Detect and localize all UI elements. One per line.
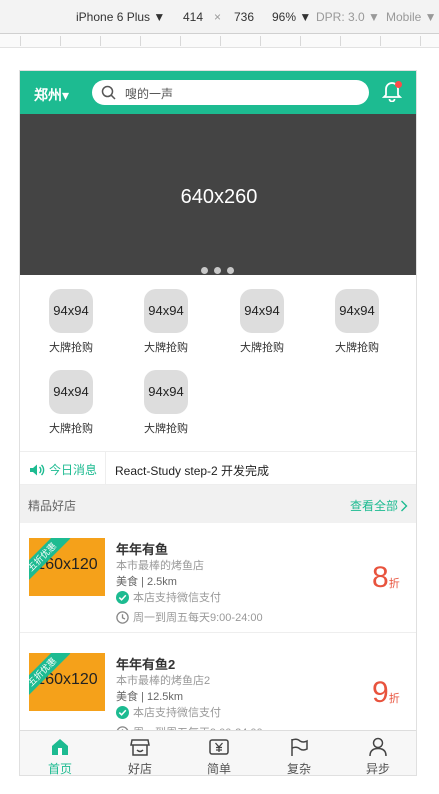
category-item[interactable]: 94x94 大牌抢购 (23, 356, 119, 436)
shops-section-header: 精品好店 查看全部 (20, 485, 416, 523)
tab-label: 复杂 (286, 762, 311, 776)
home-icon (52, 739, 68, 755)
check-circle-icon (116, 706, 129, 719)
mode-select[interactable]: Mobile ▼ (386, 10, 437, 24)
category-label: 大牌抢购 (144, 423, 188, 435)
category-label: 大牌抢购 (144, 342, 188, 354)
category-image: 94x94 (240, 289, 284, 333)
chevron-right-icon (401, 500, 408, 512)
category-label: 大牌抢购 (240, 342, 284, 354)
shop-distance: 美食 | 2.5km (116, 576, 177, 588)
shop-hours-label: 周一到周五每天9:00-24:00 (133, 612, 263, 624)
news-bar[interactable]: 今日消息 React-Study step-2 开发完成 (20, 451, 416, 486)
bottom-tab-bar: 首页 好店 简单 复杂 异步 (20, 730, 416, 776)
category-image: 94x94 (49, 370, 93, 414)
ruler (0, 34, 439, 48)
notification-dot (395, 81, 402, 88)
discount-value: 9 (372, 676, 389, 709)
height-field[interactable]: 736 (234, 10, 254, 24)
shop-description: 本市最棒的烤鱼店 (116, 560, 204, 572)
tab-label: 好店 (127, 762, 152, 776)
category-image: 94x94 (49, 289, 93, 333)
category-item[interactable]: 94x94 大牌抢购 (214, 275, 310, 355)
shop-payment-label: 本店支持微信支付 (133, 707, 221, 719)
shop-icon (130, 739, 150, 756)
shop-distance: 美食 | 12.5km (116, 691, 184, 703)
category-item[interactable]: 94x94 大牌抢购 (118, 356, 214, 436)
shop-payment: 本店支持微信支付 (116, 704, 221, 720)
width-field[interactable]: 414 (183, 10, 203, 24)
category-label: 大牌抢购 (49, 342, 93, 354)
carousel-dot[interactable] (227, 267, 234, 274)
carousel-dot[interactable] (201, 267, 208, 274)
banner-carousel[interactable]: 640x260 (20, 114, 416, 275)
banner-placeholder: 640x260 (180, 186, 258, 208)
device-select[interactable]: iPhone 6 Plus ▼ (76, 10, 165, 24)
shop-discount: 9折 (372, 676, 400, 710)
category-item[interactable]: 94x94 大牌抢购 (118, 275, 214, 355)
app-header: 郑州▾ 嗖的一声 (20, 71, 416, 114)
shop-discount: 8折 (372, 561, 400, 595)
view-all-link[interactable]: 查看全部 (350, 497, 408, 514)
discount-value: 8 (372, 561, 389, 594)
tab-complex[interactable]: 复杂 (259, 731, 339, 776)
tab-label: 首页 (47, 762, 72, 776)
dimension-separator: × (214, 10, 222, 24)
discount-unit: 折 (388, 578, 400, 590)
carousel-dot[interactable] (214, 267, 221, 274)
news-message: React-Study step-2 开发完成 (115, 464, 270, 478)
tab-label: 异步 (365, 762, 390, 776)
tab-simple[interactable]: 简单 (179, 731, 259, 776)
tab-async[interactable]: 异步 (338, 731, 416, 776)
tab-label: 简单 (206, 762, 231, 776)
news-tag-label: 今日消息 (49, 463, 98, 477)
clock-icon (116, 611, 129, 624)
tab-shops[interactable]: 好店 (100, 731, 180, 776)
tab-home[interactable]: 首页 (20, 731, 100, 776)
devtools-toolbar: iPhone 6 Plus ▼ 414 × 736 96% ▼ DPR: 3.0… (0, 0, 439, 34)
category-label: 大牌抢购 (335, 342, 379, 354)
shop-image: 160x120 五折优惠 (29, 653, 105, 711)
category-item[interactable]: 94x94 大牌抢购 (309, 275, 405, 355)
notification-button[interactable] (381, 80, 403, 107)
category-image: 94x94 (144, 289, 188, 333)
shop-name: 年年有鱼2 (116, 657, 176, 672)
category-item[interactable]: 94x94 大牌抢购 (23, 275, 119, 355)
category-grid: 94x94 大牌抢购 94x94 大牌抢购 94x94 大牌抢购 94x94 大… (20, 275, 416, 451)
category-image: 94x94 (144, 370, 188, 414)
shop-card[interactable]: 160x120 五折优惠 年年有鱼 本市最棒的烤鱼店 美食 | 2.5km 本店… (20, 523, 416, 633)
speaker-icon (30, 464, 45, 476)
category-label: 大牌抢购 (49, 423, 93, 435)
city-selector[interactable]: 郑州▾ (34, 85, 69, 105)
search-placeholder: 嗖的一声 (125, 87, 174, 101)
search-icon (101, 85, 116, 100)
dpr-select[interactable]: DPR: 3.0 ▼ (316, 10, 380, 24)
check-circle-icon (116, 591, 129, 604)
view-all-label: 查看全部 (350, 499, 399, 513)
shop-hours: 周一到周五每天9:00-24:00 (116, 609, 263, 625)
yen-icon (209, 739, 229, 755)
zoom-select[interactable]: 96% ▼ (272, 10, 311, 24)
discount-unit: 折 (388, 693, 400, 705)
shop-image: 160x120 五折优惠 (29, 538, 105, 596)
user-icon (369, 737, 387, 757)
phone-viewport: 郑州▾ 嗖的一声 640x260 94x94 大牌抢购 94x94 大牌抢购 9… (19, 70, 417, 776)
divider (105, 452, 106, 486)
news-tag: 今日消息 (29, 461, 97, 478)
search-bar[interactable]: 嗖的一声 (92, 80, 369, 105)
shop-payment-label: 本店支持微信支付 (133, 592, 221, 604)
shop-payment: 本店支持微信支付 (116, 589, 221, 605)
shop-name: 年年有鱼 (116, 542, 169, 557)
shop-description: 本市最棒的烤鱼店2 (116, 675, 211, 687)
section-title: 精品好店 (28, 499, 77, 513)
flag-icon (291, 738, 308, 756)
category-image: 94x94 (335, 289, 379, 333)
